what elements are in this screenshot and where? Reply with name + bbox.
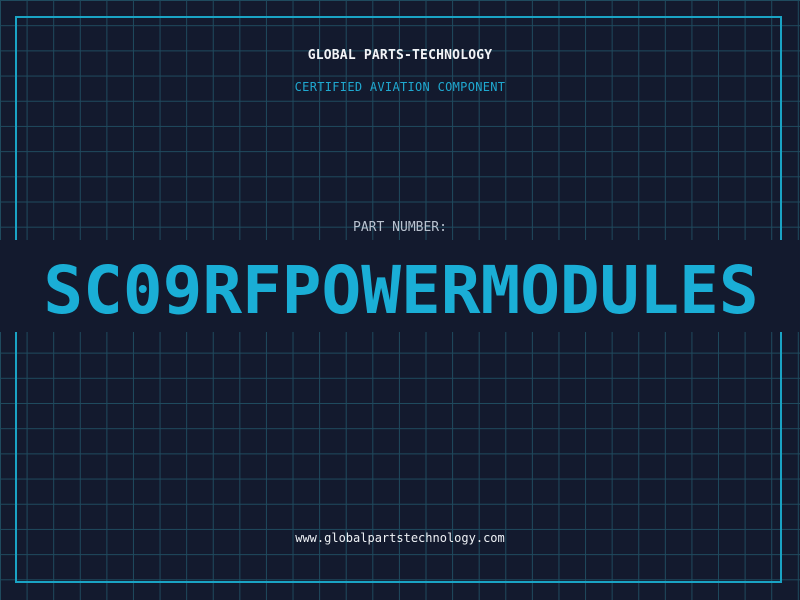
certification-subtitle: CERTIFIED AVIATION COMPONENT [294,80,506,94]
part-number-value: SC09RFPOWERMODULES [43,252,759,329]
certificate-canvas: GLOBAL PARTS-TECHNOLOGY CERTIFIED AVIATI… [0,0,800,600]
company-name: GLOBAL PARTS-TECHNOLOGY [307,48,493,63]
website-url: www.globalpartstechnology.com [295,531,505,545]
part-number-label: PART NUMBER: [353,220,447,235]
